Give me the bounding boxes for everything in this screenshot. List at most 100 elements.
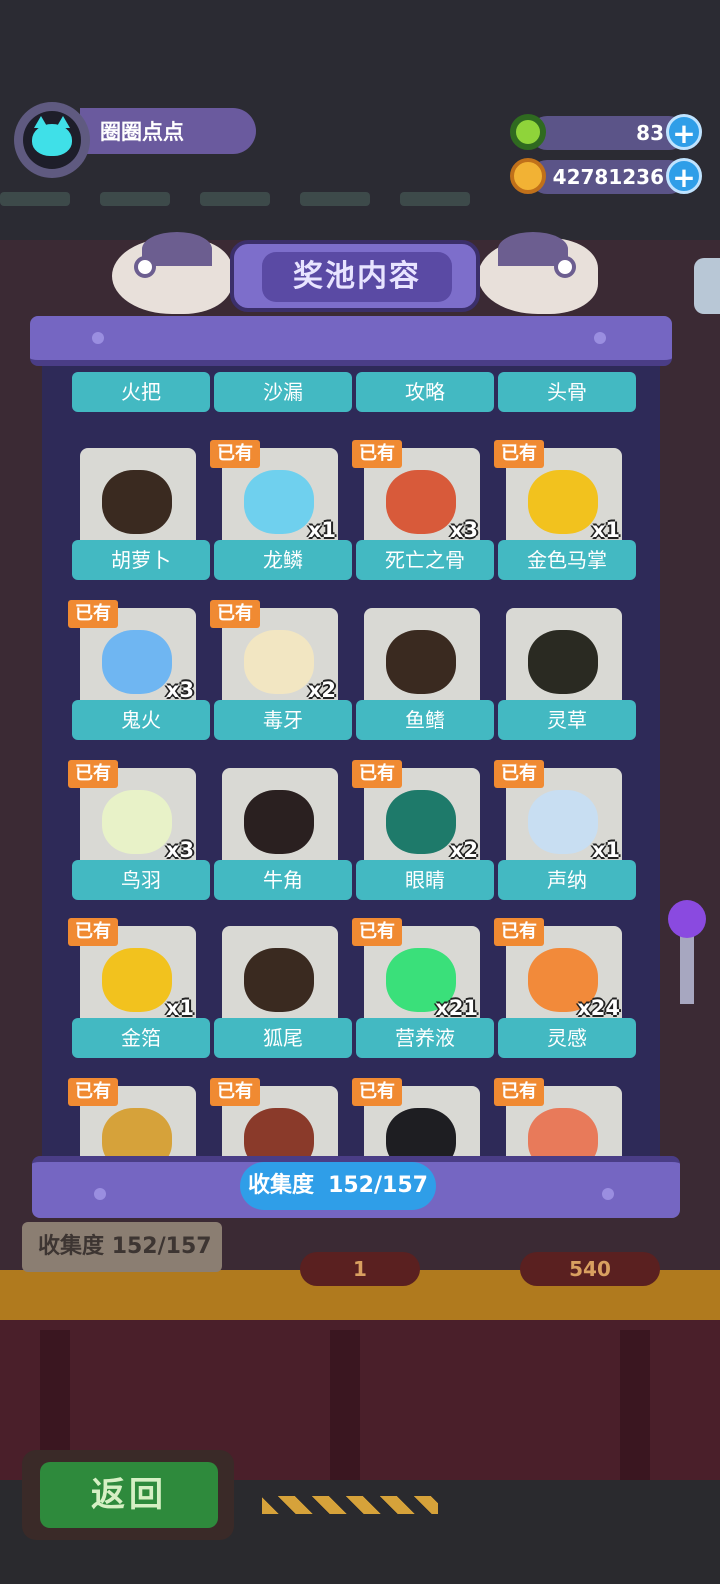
list-item[interactable]: 狐尾 bbox=[214, 926, 352, 1062]
owned-badge: 已有 bbox=[352, 440, 402, 468]
item-label: 金箔 bbox=[72, 1018, 210, 1058]
item-quantity: x2 bbox=[307, 678, 336, 702]
item-quantity: x3 bbox=[165, 678, 194, 702]
list-item[interactable]: 死亡之骨 已有 x3 bbox=[352, 440, 494, 584]
owned-badge: 已有 bbox=[494, 918, 544, 946]
owned-badge: 已有 bbox=[494, 1078, 544, 1106]
list-item[interactable]: 金箔 已有 x1 bbox=[68, 918, 210, 1062]
list-item[interactable]: 鬼火 已有 x3 bbox=[68, 600, 210, 744]
item-label: 胡萝卜 bbox=[72, 540, 210, 580]
fish-decoration-left bbox=[112, 232, 232, 314]
item-label: 沙漏 bbox=[214, 372, 352, 412]
spirit-herb-icon bbox=[528, 630, 598, 694]
lever-knob[interactable] bbox=[668, 900, 706, 938]
lever-stick bbox=[680, 930, 694, 1004]
cat-avatar-icon bbox=[32, 116, 72, 156]
list-item[interactable]: 已有 bbox=[68, 1078, 210, 1156]
list-item[interactable]: 攻略 bbox=[356, 366, 494, 416]
scroll-rod-top bbox=[30, 316, 672, 366]
list-item[interactable]: 灵感 已有 x24 bbox=[494, 918, 636, 1062]
bg-dash bbox=[300, 192, 370, 206]
sonar-icon bbox=[528, 790, 598, 854]
list-item[interactable]: 营养液 已有 x21 bbox=[352, 918, 494, 1062]
owned-badge: 已有 bbox=[494, 440, 544, 468]
side-tab[interactable] bbox=[694, 258, 720, 314]
list-item[interactable]: 已有 bbox=[352, 1078, 494, 1156]
list-item[interactable]: 金色马掌 已有 x1 bbox=[494, 440, 636, 584]
owned-badge: 已有 bbox=[494, 760, 544, 788]
list-item[interactable]: 毒牙 已有 x2 bbox=[210, 600, 352, 744]
add-coins-button[interactable]: + bbox=[666, 158, 702, 194]
item-label: 金色马掌 bbox=[498, 540, 636, 580]
list-item[interactable]: 已有 bbox=[210, 1078, 352, 1156]
item-quantity: x3 bbox=[165, 838, 194, 862]
add-currency-button[interactable]: + bbox=[666, 114, 702, 150]
currency-amount: 83 bbox=[636, 121, 664, 145]
owned-badge: 已有 bbox=[352, 1078, 402, 1106]
ink-bottle-icon bbox=[386, 1108, 456, 1156]
list-item[interactable]: 眼睛 已有 x2 bbox=[352, 760, 494, 904]
item-label: 火把 bbox=[72, 372, 210, 412]
bg-column bbox=[330, 1330, 360, 1480]
dragon-scale-icon bbox=[244, 470, 314, 534]
list-item[interactable]: 声纳 已有 x1 bbox=[494, 760, 636, 904]
green-donut-icon bbox=[510, 114, 546, 150]
rod-dot bbox=[94, 1188, 106, 1200]
item-label: 鱼鳍 bbox=[356, 700, 494, 740]
item-label: 龙鳞 bbox=[214, 540, 352, 580]
carrot-icon bbox=[102, 470, 172, 534]
list-item[interactable]: 已有 bbox=[494, 1078, 636, 1156]
bg-dash bbox=[400, 192, 470, 206]
list-item[interactable]: 胡萝卜 bbox=[72, 448, 210, 584]
item-label: 灵草 bbox=[498, 700, 636, 740]
bottle-icon bbox=[244, 1108, 314, 1156]
item-quantity: x24 bbox=[577, 996, 620, 1020]
bg-cost-pill: 540 bbox=[520, 1252, 660, 1286]
list-item[interactable]: 灵草 bbox=[498, 608, 636, 744]
item-label: 营养液 bbox=[356, 1018, 494, 1058]
item-label: 鸟羽 bbox=[72, 860, 210, 900]
item-label: 灵感 bbox=[498, 1018, 636, 1058]
item-label: 死亡之骨 bbox=[356, 540, 494, 580]
feather-icon bbox=[102, 790, 172, 854]
list-item[interactable]: 鱼鳍 bbox=[356, 608, 494, 744]
item-label: 声纳 bbox=[498, 860, 636, 900]
owned-badge: 已有 bbox=[352, 760, 402, 788]
bone-icon bbox=[386, 470, 456, 534]
rod-dot bbox=[602, 1188, 614, 1200]
list-item[interactable]: 龙鳞 已有 x1 bbox=[210, 440, 352, 584]
item-label: 鬼火 bbox=[72, 700, 210, 740]
horseshoe-icon bbox=[528, 470, 598, 534]
list-item[interactable]: 火把 bbox=[72, 366, 210, 416]
item-quantity: x2 bbox=[449, 838, 478, 862]
currency-amount: 42781236 bbox=[552, 165, 664, 189]
owned-badge: 已有 bbox=[68, 760, 118, 788]
avatar-frame bbox=[23, 111, 81, 169]
owned-badge: 已有 bbox=[210, 600, 260, 628]
bg-dash bbox=[0, 192, 70, 206]
prize-pool-list[interactable]: 火把 沙漏 攻略 头骨 胡萝卜 龙鳞 已有 x1 死亡之骨 已有 x3 金色马掌 已有 x1 鬼火已… bbox=[42, 366, 660, 1156]
list-item[interactable]: 沙漏 bbox=[214, 366, 352, 416]
rod-dot bbox=[92, 332, 104, 344]
fox-tail-icon bbox=[244, 948, 314, 1012]
item-label: 毒牙 bbox=[214, 700, 352, 740]
bg-dash bbox=[100, 192, 170, 206]
list-item[interactable]: 牛角 bbox=[214, 768, 352, 904]
item-quantity: x3 bbox=[449, 518, 478, 542]
owned-badge: 已有 bbox=[68, 600, 118, 628]
back-button[interactable]: 返回 bbox=[40, 1462, 218, 1528]
avatar[interactable] bbox=[14, 102, 90, 178]
list-item[interactable]: 头骨 bbox=[498, 366, 636, 416]
item-quantity: x1 bbox=[591, 838, 620, 862]
rod-dot bbox=[594, 332, 606, 344]
item-label: 牛角 bbox=[214, 860, 352, 900]
progress-label: 收集度 bbox=[248, 1173, 315, 1198]
bg-cost-pill: 1 bbox=[300, 1252, 420, 1286]
fish-decoration-right bbox=[478, 232, 598, 314]
planet-coin-icon bbox=[510, 158, 546, 194]
list-item[interactable]: 鸟羽 已有 x3 bbox=[68, 760, 210, 904]
fish-eye bbox=[554, 256, 576, 278]
hazard-stripe bbox=[262, 1496, 438, 1514]
owned-badge: 已有 bbox=[210, 1078, 260, 1106]
progress-value: 152/157 bbox=[328, 1173, 428, 1198]
